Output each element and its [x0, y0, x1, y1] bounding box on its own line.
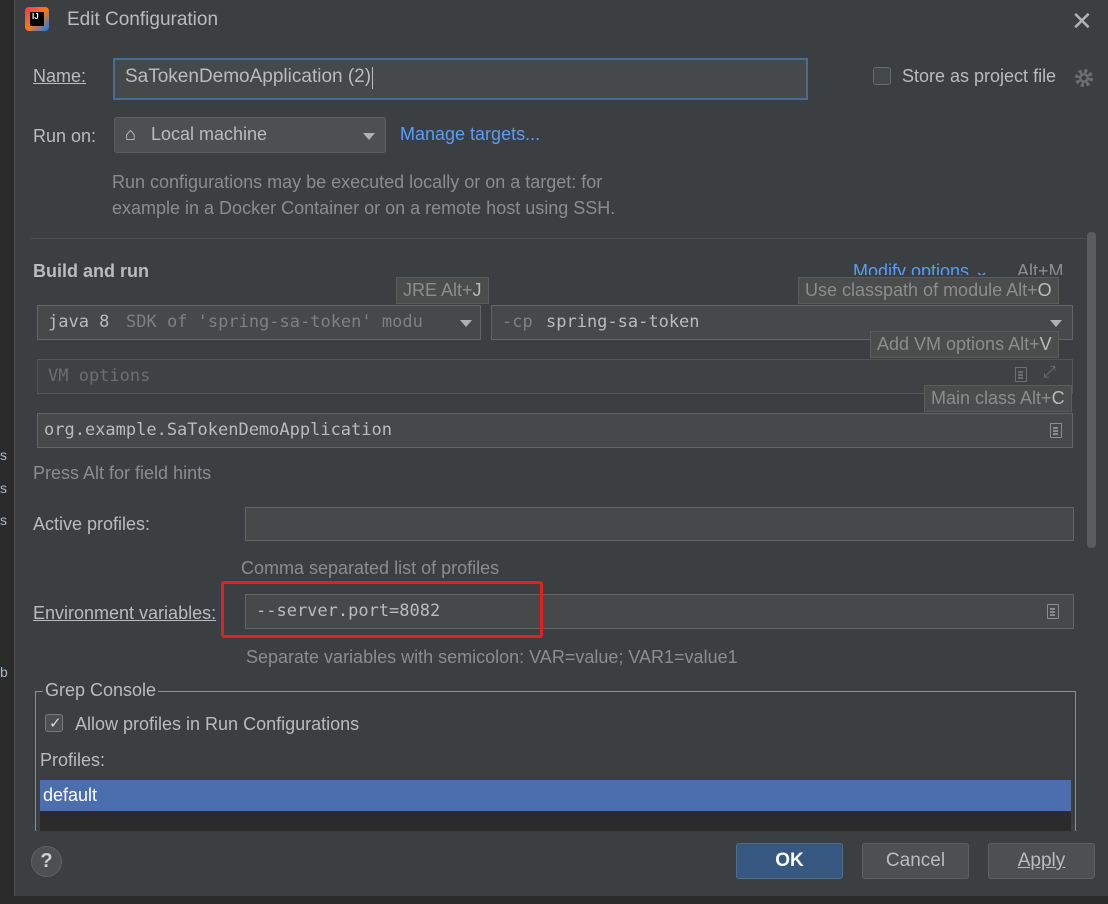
- vm-options-placeholder: VM options: [48, 366, 151, 386]
- modify-options-shortcut: Alt+M: [1017, 261, 1064, 275]
- jre-detail: SDK of 'spring-sa-token' modu: [126, 312, 423, 332]
- expand-icon[interactable]: ⤢: [1043, 364, 1056, 382]
- run-on-label: Run on:: [33, 126, 97, 146]
- jre-tooltip: JRE Alt+J: [396, 277, 489, 304]
- environment-variables-hint: Separate variables with semicolon: VAR=v…: [246, 647, 738, 667]
- browse-icon[interactable]: [1050, 423, 1062, 438]
- active-profiles-input[interactable]: [245, 507, 1074, 541]
- jre-dropdown[interactable]: java 8 SDK of 'spring-sa-token' modu: [37, 305, 481, 340]
- gear-icon[interactable]: [1073, 67, 1095, 89]
- run-hint-line-2: example in a Docker Container or on a re…: [112, 198, 616, 218]
- run-on-dropdown[interactable]: ⌂ Local machine: [114, 117, 386, 153]
- store-as-project-file-label[interactable]: Store as project file: [902, 66, 1056, 87]
- cancel-button[interactable]: Cancel: [862, 843, 969, 879]
- ok-button[interactable]: OK: [736, 843, 843, 879]
- main-class-value: org.example.SaTokenDemoApplication: [44, 420, 392, 440]
- editor-edge-char: b: [0, 664, 8, 680]
- main-class-tooltip: Main class Alt+C: [924, 385, 1072, 412]
- profiles-label: Profiles:: [40, 750, 106, 770]
- cp-value: spring-sa-token: [546, 312, 700, 332]
- help-button[interactable]: ?: [31, 846, 62, 877]
- build-and-run-heading: Build and run: [33, 261, 149, 281]
- cp-prefix: -cp: [502, 312, 533, 332]
- chevron-down-icon: [460, 320, 472, 327]
- home-icon: ⌂: [125, 124, 136, 144]
- edit-configuration-dialog: IJ Edit Configuration ✕ Name: SaTokenDem…: [14, 0, 1108, 904]
- name-input[interactable]: SaTokenDemoApplication (2): [113, 58, 808, 100]
- field-hint: Press Alt for field hints: [33, 463, 212, 483]
- jre-value: java 8: [48, 312, 110, 332]
- title-bar: IJ Edit Configuration ✕: [15, 0, 1108, 42]
- editor-edge-char: s: [0, 512, 7, 528]
- allow-profiles-checkbox[interactable]: ✓: [45, 714, 63, 732]
- run-on-value: Local machine: [151, 124, 268, 144]
- modify-options-link[interactable]: Modify options ⌄: [853, 261, 989, 275]
- main-class-input[interactable]: org.example.SaTokenDemoApplication: [37, 413, 1073, 448]
- editor-edge-char: s: [0, 447, 7, 463]
- allow-profiles-label[interactable]: Allow profiles in Run Configurations: [75, 714, 359, 735]
- window-bottom-edge: [14, 896, 1108, 904]
- vm-options-input[interactable]: VM options: [37, 359, 1073, 394]
- dialog-title: Edit Configuration: [67, 9, 219, 30]
- editor-edge: s s s b: [0, 0, 14, 904]
- active-profiles-hint: Comma separated list of profiles: [241, 558, 500, 578]
- list-item[interactable]: default: [40, 780, 1071, 811]
- close-icon[interactable]: ✕: [1071, 6, 1093, 37]
- active-profiles-label: Active profiles:: [33, 514, 151, 534]
- run-hint-line-1: Run configurations may be executed local…: [112, 172, 603, 192]
- intellij-logo-icon: IJ: [25, 7, 49, 31]
- checkmark-icon: ✓: [49, 715, 62, 732]
- name-value: SaTokenDemoApplication (2): [125, 66, 372, 87]
- profiles-list[interactable]: default: [40, 780, 1071, 831]
- manage-targets-link[interactable]: Manage targets...: [400, 124, 540, 145]
- browse-icon[interactable]: [1047, 604, 1059, 619]
- grep-console-title: Grep Console: [43, 680, 159, 701]
- vm-browse-icon[interactable]: [1015, 367, 1027, 382]
- highlight-annotation-box: [221, 581, 543, 638]
- classpath-tooltip: Use classpath of module Alt+O: [798, 277, 1059, 304]
- scrollbar-thumb[interactable]: [1087, 232, 1096, 548]
- store-as-project-file-checkbox[interactable]: [873, 67, 891, 85]
- chevron-down-icon: [363, 133, 375, 140]
- name-label: Name:: [33, 66, 87, 86]
- editor-edge-char: s: [0, 480, 7, 496]
- environment-variables-label: Environment variables:: [33, 603, 217, 623]
- section-divider: [31, 238, 1086, 239]
- apply-button[interactable]: Apply: [988, 843, 1095, 879]
- text-caret: [372, 67, 373, 89]
- chevron-down-icon: [1050, 320, 1062, 327]
- vm-options-tooltip: Add VM options Alt+V: [870, 331, 1059, 358]
